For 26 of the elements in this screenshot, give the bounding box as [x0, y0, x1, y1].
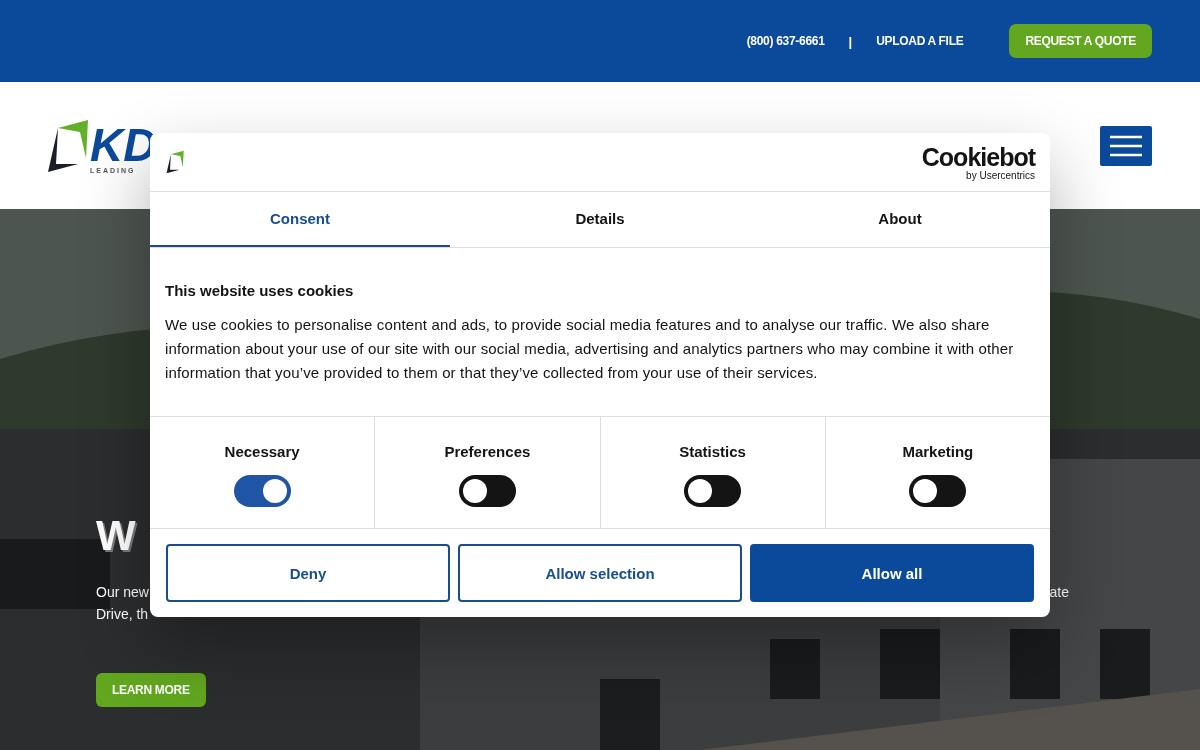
consent-button[interactable]: Deny — [166, 544, 450, 602]
phone-link[interactable]: (800) 637-6661 — [746, 34, 825, 48]
dialog-text: We use cookies to personalise content and ads, to provide social media features and to analyse our traffic. We also share information about your use of our site with our social media, advertising and analytics partners who may combine it with other information that you’ve provided to them or that they’ve collected from your use of their services. — [165, 315, 1015, 384]
dialog-tab[interactable]: Consent — [150, 192, 450, 248]
category-label: Marketing — [902, 443, 974, 461]
toggle-switch[interactable] — [684, 475, 742, 508]
toggle-switch[interactable] — [909, 475, 967, 508]
hero-text: Drive, th — [96, 605, 149, 624]
separator: | — [848, 33, 853, 49]
category-label: Necessary — [224, 443, 300, 461]
consent-button[interactable]: Allow selection — [458, 544, 742, 602]
logo-icon — [165, 150, 187, 175]
consent-button[interactable]: Allow all — [750, 544, 1034, 602]
upload-link[interactable]: UPLOAD A FILE — [876, 34, 964, 48]
cookiebot-logo: Cookiebot — [921, 143, 1035, 170]
menu-icon — [1110, 134, 1142, 157]
hero-heading: W — [96, 511, 137, 561]
cookiebot-tagline: by Usercentrics — [966, 169, 1035, 181]
toggle-switch[interactable] — [458, 475, 516, 508]
hero-text: Our new — [96, 583, 149, 602]
category-label: Preferences — [444, 443, 531, 461]
toggle-switch[interactable] — [233, 475, 291, 508]
category-label: Statistics — [679, 443, 746, 461]
menu-button[interactable] — [1100, 125, 1152, 166]
hero-text: ate — [1049, 583, 1069, 602]
dialog-title: This website uses cookies — [165, 282, 355, 300]
